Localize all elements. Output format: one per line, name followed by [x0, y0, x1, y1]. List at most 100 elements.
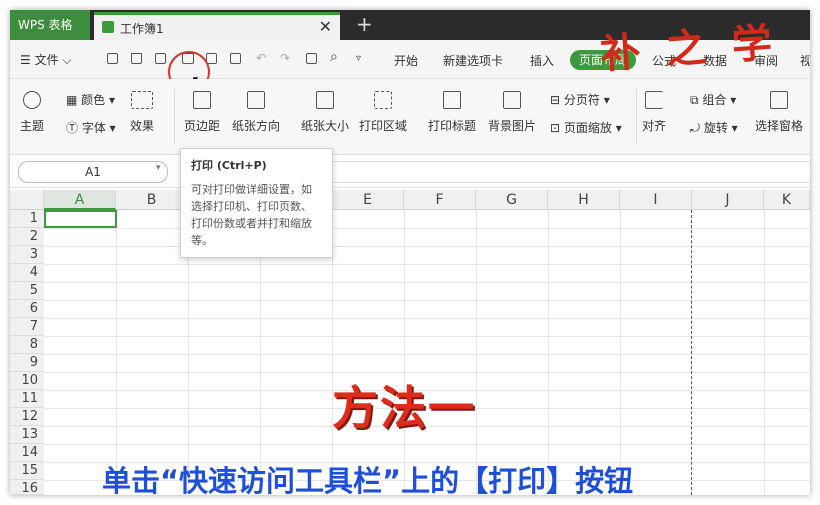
wps-window: WPS 表格 工作簿1 ✕ + ☰ 文件 ⌵ ↶ ↷ ⌕ ▿ ⬉ 开始 新建选项…: [10, 10, 810, 495]
selection-pane-label: 选择窗格: [755, 119, 804, 133]
effect-icon: [131, 91, 153, 109]
page-break-line: [691, 210, 692, 495]
margins-button[interactable]: 页边距: [184, 91, 220, 134]
orientation-button[interactable]: 纸张方向: [232, 91, 280, 134]
grid-divider: [548, 210, 549, 495]
column-header-i[interactable]: I: [620, 190, 692, 210]
font-label: 字体: [81, 121, 106, 135]
open-folder-icon[interactable]: [131, 53, 142, 64]
menu-home[interactable]: 开始: [394, 52, 418, 69]
ribbon-separator: [174, 89, 175, 144]
column-header-g[interactable]: G: [476, 190, 548, 210]
align-icon: [645, 91, 663, 109]
row-header[interactable]: 5: [10, 282, 44, 300]
background-image-label: 背景图片: [488, 119, 537, 133]
redo-icon[interactable]: ↷: [280, 51, 290, 65]
name-box[interactable]: A1: [18, 161, 168, 183]
save-icon[interactable]: [155, 53, 166, 64]
column-header-h[interactable]: H: [548, 190, 620, 210]
selected-cell[interactable]: [44, 210, 117, 228]
page-break-button[interactable]: ⊟ 分页符 ▾: [550, 91, 610, 108]
grid-divider: [764, 210, 765, 495]
orientation-label: 纸张方向: [232, 119, 281, 133]
row-header[interactable]: 11: [10, 390, 44, 408]
menu-view[interactable]: 视: [800, 52, 810, 69]
row-header[interactable]: 10: [10, 372, 44, 390]
row-header[interactable]: 6: [10, 300, 44, 318]
effect-label: 效果: [130, 119, 155, 133]
menu-insert[interactable]: 插入: [530, 52, 554, 69]
row-header[interactable]: 1: [10, 210, 44, 228]
color-label: 颜色: [81, 93, 106, 107]
column-header-a[interactable]: A: [44, 190, 116, 210]
tooltip-description: 可对打印做详细设置，如选择打印机、打印页数、打印份数或者并打和缩放等。: [191, 183, 312, 247]
rotate-label: 旋转: [703, 121, 728, 135]
customize-toolbar-icon[interactable]: ▿: [356, 53, 361, 64]
file-menu[interactable]: ☰ 文件 ⌵: [20, 51, 72, 68]
row-header[interactable]: 12: [10, 408, 44, 426]
column-header-k[interactable]: K: [764, 190, 810, 210]
grid-divider: [44, 246, 810, 247]
spreadsheet-grid[interactable]: A B C D E F G H I J K 1 2 3 4 5 6 7 8 9 …: [10, 190, 810, 495]
close-tab-icon[interactable]: ✕: [319, 17, 332, 36]
row-header[interactable]: 9: [10, 354, 44, 372]
grid-divider: [620, 210, 621, 495]
grid-divider: [116, 210, 117, 495]
grid-divider: [44, 264, 810, 265]
grid-divider: [44, 318, 810, 319]
new-tab-button[interactable]: +: [356, 12, 373, 36]
paper-size-button[interactable]: 纸张大小: [301, 91, 349, 134]
page-scale-label: 页面缩放: [563, 121, 612, 135]
method-title: 方法一: [332, 381, 476, 435]
theme-button[interactable]: 主题: [20, 91, 44, 134]
row-header[interactable]: 7: [10, 318, 44, 336]
column-header-e[interactable]: E: [332, 190, 404, 210]
chevron-down-icon[interactable]: ▾: [156, 163, 161, 173]
page-preview-icon[interactable]: [230, 53, 241, 64]
row-header[interactable]: 16: [10, 480, 44, 495]
page-break-label: 分页符: [563, 93, 600, 107]
search-icon[interactable]: ⌕: [330, 49, 338, 65]
export-pdf-icon[interactable]: [306, 53, 317, 64]
font-button[interactable]: Ⓣ 字体 ▾: [66, 119, 116, 136]
row-header[interactable]: 13: [10, 426, 44, 444]
margins-label: 页边距: [184, 119, 221, 133]
selection-pane-button[interactable]: 选择窗格: [755, 91, 803, 134]
print-titles-label: 打印标题: [428, 119, 477, 133]
ribbon-separator: [636, 89, 637, 144]
column-header-b[interactable]: B: [116, 190, 188, 210]
page-scale-button[interactable]: ⊡ 页面缩放 ▾: [550, 119, 622, 136]
color-button[interactable]: ▦ 颜色 ▾: [66, 91, 115, 108]
rotate-button[interactable]: ⤾ 旋转 ▾: [690, 119, 738, 136]
new-file-icon[interactable]: [107, 53, 118, 64]
document-tab[interactable]: 工作簿1 ✕: [94, 12, 340, 40]
row-header[interactable]: 4: [10, 264, 44, 282]
palette-icon: [23, 91, 41, 109]
ribbon-page-layout: 主题 ▦ 颜色 ▾ Ⓣ 字体 ▾ 效果 页边距 纸张方向 纸张大小 打印区域 打…: [10, 79, 810, 155]
app-tab[interactable]: WPS 表格: [10, 10, 90, 40]
effect-button[interactable]: 效果: [130, 91, 154, 134]
row-header[interactable]: 15: [10, 462, 44, 480]
align-button[interactable]: 对齐: [642, 91, 666, 134]
group-button[interactable]: ⧉ 组合 ▾: [690, 91, 736, 108]
print-area-button[interactable]: 打印区域: [359, 91, 407, 134]
row-header[interactable]: 3: [10, 246, 44, 264]
background-image-button[interactable]: 背景图片: [488, 91, 536, 134]
row-header[interactable]: 14: [10, 444, 44, 462]
menu-new-tab[interactable]: 新建选项卡: [443, 52, 503, 69]
print-titles-button[interactable]: 打印标题: [428, 91, 476, 134]
undo-icon[interactable]: ↶: [256, 51, 266, 65]
row-header[interactable]: 8: [10, 336, 44, 354]
file-menu-label: 文件: [34, 53, 59, 67]
grid-divider: [44, 228, 810, 229]
document-title: 工作簿1: [120, 22, 164, 36]
select-all-corner[interactable]: [10, 190, 44, 210]
print-area-label: 打印区域: [359, 119, 408, 133]
selection-pane-icon: [770, 91, 788, 109]
row-header[interactable]: 2: [10, 228, 44, 246]
column-header-j[interactable]: J: [692, 190, 764, 210]
grid-divider: [44, 336, 810, 337]
grid-divider: [44, 444, 810, 445]
column-header-f[interactable]: F: [404, 190, 476, 210]
theme-label: 主题: [20, 119, 45, 133]
